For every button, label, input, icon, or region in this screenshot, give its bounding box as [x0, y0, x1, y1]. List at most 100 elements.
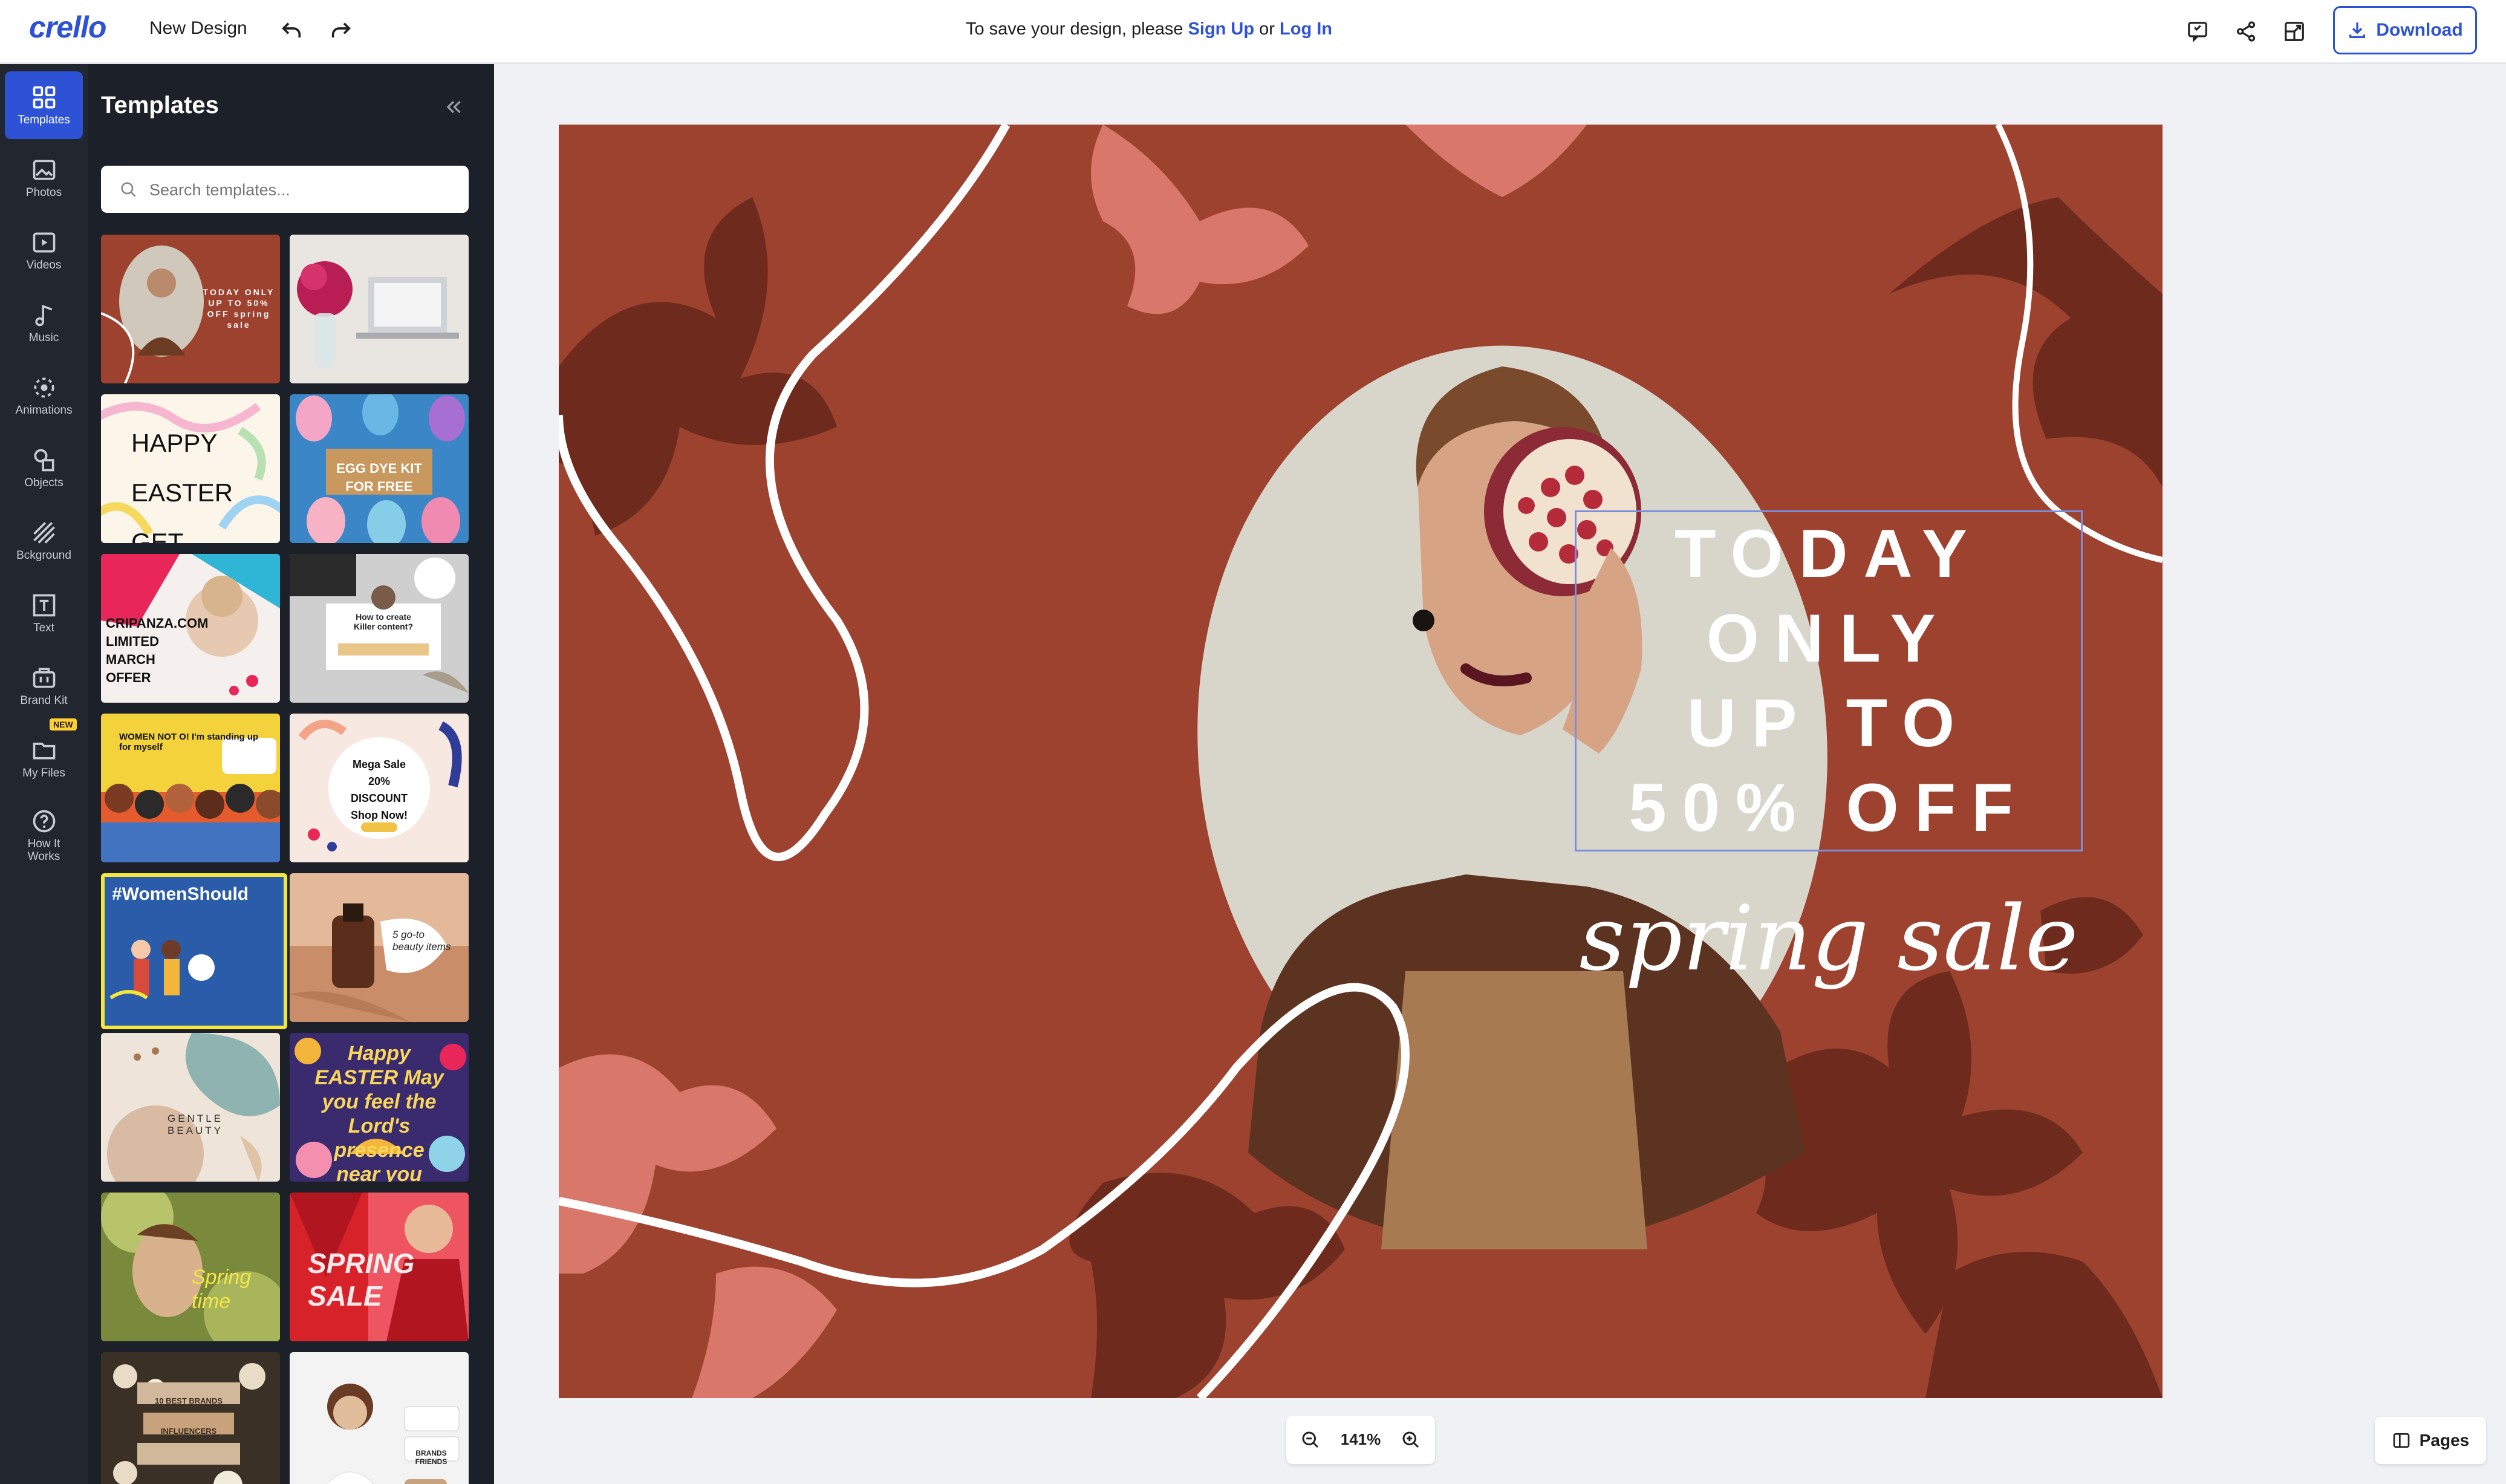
- thumb-text: CRIPANZA.COM LIMITED MARCH OFFER: [106, 616, 209, 685]
- redo-icon[interactable]: [323, 13, 359, 50]
- template-thumb-limited-march-offer[interactable]: CRIPANZA.COM LIMITED MARCH OFFER: [101, 554, 280, 703]
- thumb-text: SPRING SALE: [308, 1248, 415, 1312]
- left-rail: Templates Photos Videos Music Animations…: [0, 64, 88, 1484]
- thumb-text: WOMEN NOT O! I'm standing up for myself: [119, 732, 259, 752]
- log-in-link[interactable]: Log In: [1280, 19, 1332, 39]
- top-bar: crello New Design To save your design, p…: [0, 0, 2506, 64]
- rail-item-animations[interactable]: Animations: [5, 362, 83, 429]
- undo-icon[interactable]: [273, 13, 310, 50]
- search-icon: [119, 180, 138, 200]
- rail-label: Photos: [25, 186, 62, 199]
- new-badge: NEW: [50, 718, 77, 731]
- rail-item-music[interactable]: Music: [5, 289, 83, 357]
- template-thumb-women-not-ok[interactable]: WOMEN NOT O! I'm standing up for myself: [101, 714, 280, 862]
- pages-label: Pages: [2419, 1431, 2470, 1450]
- template-thumb-egg-dye-kit[interactable]: EGG DYE KIT FOR FREE: [290, 394, 469, 543]
- template-thumb-spring-sale-2[interactable]: SPRING SALE: [290, 1193, 469, 1341]
- download-label: Download: [2376, 20, 2463, 40]
- design-canvas[interactable]: TODAY ONLY UP TO 50% OFF spring sale: [559, 125, 2163, 1398]
- pages-button[interactable]: Pages: [2375, 1417, 2486, 1464]
- zoom-out-icon[interactable]: [1295, 1424, 1326, 1456]
- template-thumb-best-brands[interactable]: 10 BEST BRANDS INFLUENCERS: [101, 1352, 280, 1484]
- thumb-text: EGG DYE KIT FOR FREE: [336, 461, 422, 494]
- thumb-text: How to create Killer content?: [353, 612, 413, 631]
- templates-panel: Templates TODAY ONLY UP TO 50% OFF sprin…: [88, 64, 494, 1484]
- share-icon[interactable]: [2228, 13, 2264, 50]
- help-icon: [31, 808, 57, 835]
- thumb-text: BRANDS FRIENDS: [415, 1449, 448, 1466]
- rail-item-background[interactable]: Bckground: [5, 507, 83, 574]
- template-thumb-laptop[interactable]: [290, 235, 469, 383]
- template-thumb-spring-sale[interactable]: TODAY ONLY UP TO 50% OFF spring sale: [101, 235, 280, 383]
- template-grid: TODAY ONLY UP TO 50% OFF spring sale HAP…: [101, 235, 469, 1484]
- rail-label: My Files: [22, 766, 65, 779]
- sign-up-link[interactable]: Sign Up: [1188, 19, 1255, 39]
- video-icon: [31, 229, 57, 256]
- rail-item-text[interactable]: Text: [5, 579, 83, 647]
- rail-item-objects[interactable]: Objects: [5, 434, 83, 502]
- rail-label: Bckground: [16, 548, 71, 562]
- panel-title: Templates: [101, 92, 219, 119]
- save-message: To save your design, please Sign Up or L…: [786, 19, 1512, 39]
- resize-icon[interactable]: [2276, 13, 2312, 50]
- template-thumb-20-discount[interactable]: Mega Sale 20% DISCOUNT Shop Now!: [290, 714, 469, 862]
- headline-line: ONLY: [1706, 600, 1951, 676]
- headline-line: TODAY: [1674, 516, 1983, 591]
- rail-item-photos[interactable]: Photos: [5, 144, 83, 212]
- zoom-in-icon[interactable]: [1395, 1424, 1427, 1456]
- rail-item-brand-kit[interactable]: Brand Kit: [5, 652, 83, 720]
- thumb-text: #WomenShould: [112, 884, 249, 904]
- rail-item-my-files[interactable]: My Files: [5, 724, 83, 792]
- music-icon: [31, 302, 57, 328]
- zoom-value[interactable]: 141%: [1338, 1430, 1384, 1449]
- headline-text[interactable]: TODAY ONLY UP TO 50% OFF: [1575, 512, 2083, 850]
- download-icon: [2347, 20, 2368, 41]
- design-name[interactable]: New Design: [149, 18, 247, 39]
- thumb-text: 10 BEST BRANDS INFLUENCERS: [155, 1396, 223, 1436]
- template-thumb-spring-time[interactable]: Spring time: [101, 1193, 280, 1341]
- thumb-text: Mega Sale 20% DISCOUNT Shop Now!: [351, 758, 408, 821]
- rail-label: How It Works: [27, 838, 60, 863]
- template-thumb-women-should[interactable]: #WomenShould: [101, 873, 287, 1029]
- search-input[interactable]: [148, 166, 453, 214]
- pages-icon: [2392, 1431, 2411, 1450]
- thumb-text: HAPPY EASTER GET YOUR GIFT!: [131, 429, 233, 543]
- rail-label: Templates: [18, 113, 70, 126]
- photo-icon: [31, 157, 57, 183]
- script-text[interactable]: spring sale: [1575, 887, 2083, 991]
- rail-label: Objects: [24, 476, 63, 489]
- thumb-text: 5 go-to beauty items: [392, 929, 451, 952]
- template-thumb-brands-friends[interactable]: BRANDS FRIENDS: [290, 1352, 469, 1484]
- template-thumb-killer-content[interactable]: How to create Killer content?: [290, 554, 469, 703]
- search-box[interactable]: [101, 166, 469, 214]
- objects-icon: [31, 447, 57, 474]
- thumb-text: Spring time: [192, 1266, 252, 1313]
- text-icon: [31, 592, 57, 619]
- brand-kit-icon: [31, 665, 57, 691]
- rail-label: Brand Kit: [20, 694, 68, 707]
- rail-item-templates[interactable]: Templates: [5, 71, 83, 139]
- template-thumb-beauty-items[interactable]: 5 go-to beauty items: [290, 873, 469, 1022]
- save-message-text: To save your design, please: [965, 19, 1183, 39]
- rail-item-videos[interactable]: Videos: [5, 216, 83, 284]
- headline-line: UP TO: [1687, 685, 1971, 761]
- templates-icon: [31, 84, 57, 111]
- template-thumb-happy-easter[interactable]: HAPPY EASTER GET YOUR GIFT!: [101, 394, 280, 543]
- thumb-text: TODAY ONLY UP TO 50% OFF spring sale: [203, 287, 275, 330]
- thumb-text: GENTLE BEAUTY: [168, 1113, 224, 1136]
- collapse-panel-icon[interactable]: [438, 92, 469, 122]
- crello-logo[interactable]: crello: [29, 10, 106, 45]
- rail-label: Videos: [26, 258, 62, 272]
- feedback-icon[interactable]: [2179, 13, 2216, 50]
- rail-label: Text: [33, 621, 54, 634]
- rail-item-how-it-works[interactable]: How It Works: [5, 797, 83, 874]
- download-button[interactable]: Download: [2333, 6, 2477, 54]
- folder-icon: [31, 737, 57, 764]
- background-icon: [31, 519, 57, 546]
- animation-icon: [31, 374, 57, 401]
- rail-label: Music: [28, 331, 59, 344]
- thumb-text: Happy EASTER May you feel the Lord's pre…: [314, 1042, 444, 1182]
- zoom-control: 141%: [1286, 1416, 1435, 1464]
- template-thumb-happy-easter-2[interactable]: Happy EASTER May you feel the Lord's pre…: [290, 1033, 469, 1182]
- template-thumb-gentle-beauty[interactable]: GENTLE BEAUTY: [101, 1033, 280, 1182]
